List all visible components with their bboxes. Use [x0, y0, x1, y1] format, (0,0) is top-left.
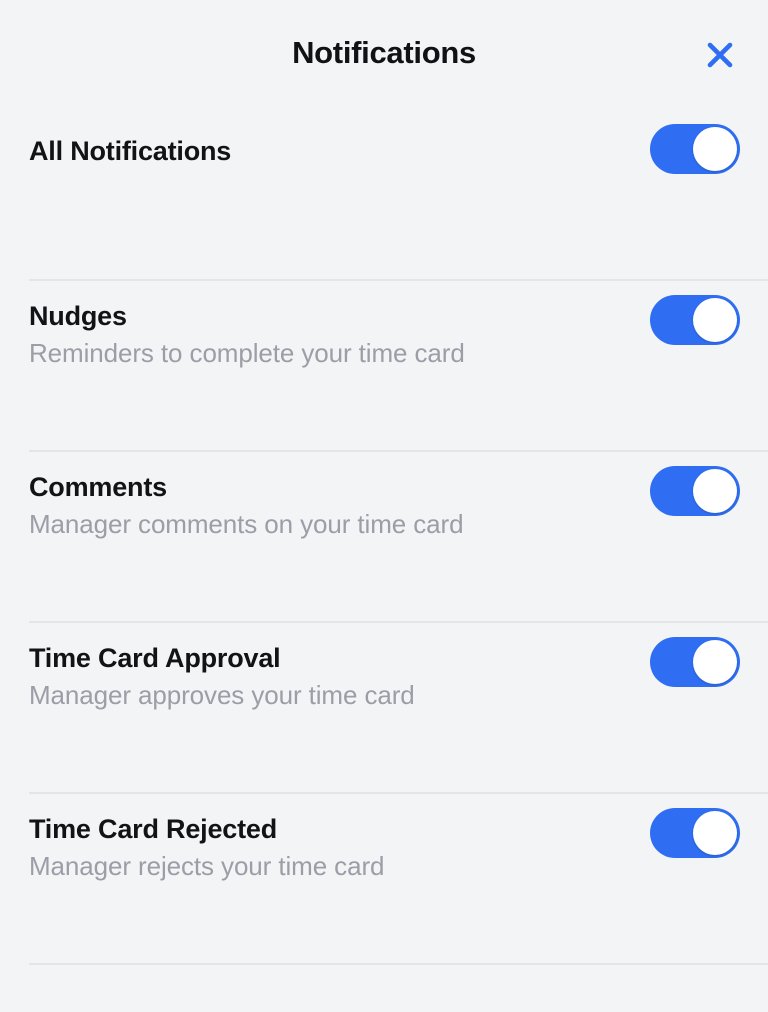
toggle-knob [693, 127, 737, 171]
setting-title: Time Card Rejected [29, 814, 277, 844]
setting-row-nudges[interactable]: Nudges Reminders to complete your time ca… [0, 281, 768, 452]
toggle-knob [693, 811, 737, 855]
toggle-time-card-rejected[interactable] [650, 808, 740, 858]
page-title: Notifications [292, 35, 476, 70]
setting-control [650, 452, 740, 516]
settings-list: All Notifications Nudges Reminders to comp… [0, 110, 768, 965]
screen-header: Notifications [0, 0, 768, 110]
setting-row-text: Time Card Approval Manager approves your … [29, 623, 650, 714]
setting-row-time-card-rejected[interactable]: Time Card Rejected Manager rejects your t… [0, 794, 768, 965]
setting-control [650, 623, 740, 687]
toggle-all-notifications[interactable] [650, 124, 740, 174]
setting-row-time-card-approval[interactable]: Time Card Approval Manager approves your … [0, 623, 768, 794]
setting-subtitle: Manager rejects your time card [29, 851, 385, 881]
toggle-nudges[interactable] [650, 295, 740, 345]
setting-subtitle: Reminders to complete your time card [29, 338, 465, 368]
close-button[interactable] [698, 33, 742, 77]
setting-title: Nudges [29, 301, 127, 331]
close-icon [705, 40, 735, 70]
setting-control [650, 794, 740, 858]
setting-title: Time Card Approval [29, 643, 281, 673]
setting-row-text: Comments Manager comments on your time ca… [29, 452, 650, 543]
toggle-knob [693, 640, 737, 684]
notifications-settings-screen: Notifications All Notifications Nudges Rem… [0, 0, 768, 1012]
setting-title: Comments [29, 472, 167, 502]
toggle-knob [693, 469, 737, 513]
setting-row-text: Time Card Rejected Manager rejects your t… [29, 794, 650, 885]
toggle-knob [693, 298, 737, 342]
setting-title: All Notifications [29, 136, 232, 166]
setting-row-text: Nudges Reminders to complete your time ca… [29, 281, 650, 372]
row-divider [29, 963, 768, 965]
setting-control [650, 110, 740, 174]
setting-subtitle: Manager approves your time card [29, 680, 415, 710]
setting-control [650, 281, 740, 345]
setting-row-all-notifications[interactable]: All Notifications [0, 110, 768, 281]
toggle-time-card-approval[interactable] [650, 637, 740, 687]
setting-row-text: All Notifications [29, 110, 650, 169]
toggle-comments[interactable] [650, 466, 740, 516]
setting-row-comments[interactable]: Comments Manager comments on your time ca… [0, 452, 768, 623]
setting-subtitle: Manager comments on your time card [29, 509, 464, 539]
